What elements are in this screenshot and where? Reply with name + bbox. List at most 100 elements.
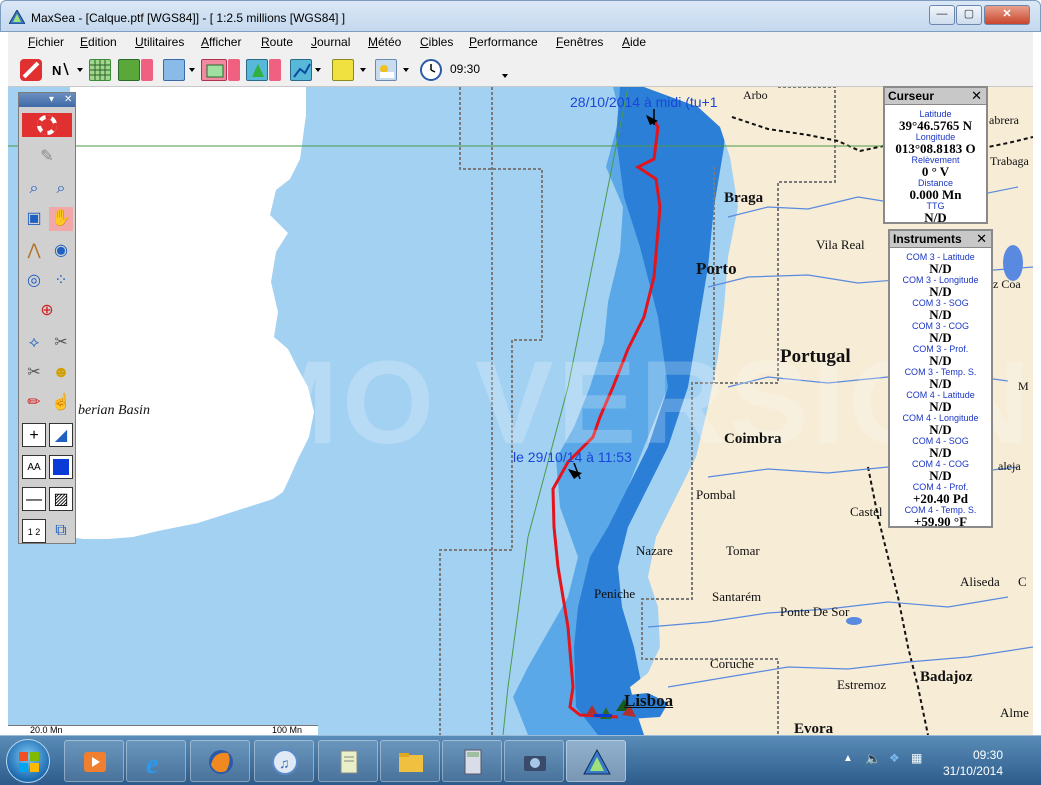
place-porto: Porto: [696, 259, 737, 278]
layer-tool-icon[interactable]: ⧉: [49, 519, 73, 543]
chevron-down-icon[interactable]: [228, 59, 240, 81]
menu-cibles[interactable]: Cibles: [420, 35, 453, 49]
chevron-down-icon[interactable]: [315, 68, 321, 72]
waypoint-icon[interactable]: [246, 59, 268, 81]
camera-icon: [524, 756, 546, 771]
eye-icon[interactable]: ◉: [49, 239, 73, 263]
chevron-down-icon[interactable]: [77, 68, 83, 72]
profile-icon[interactable]: ◢: [49, 423, 73, 447]
zoom-in-icon[interactable]: ⌕: [22, 177, 46, 201]
windows-logo-icon: [19, 752, 39, 772]
menu-journal[interactable]: Journal: [311, 35, 350, 49]
instruments-panel-header[interactable]: Instruments ✕: [890, 231, 991, 248]
grid-icon[interactable]: [89, 59, 111, 81]
cursor-value: N/D: [924, 210, 947, 225]
menu-fichier[interactable]: Fichier: [28, 35, 64, 49]
palette-header[interactable]: ▾ ✕: [19, 93, 75, 107]
menu-route[interactable]: Route: [261, 35, 293, 49]
place-pombal: Pombal: [696, 487, 736, 502]
folder-icon: [399, 753, 423, 772]
close-icon[interactable]: ✕: [971, 88, 982, 104]
lifebuoy-icon[interactable]: [22, 113, 72, 137]
taskbar-calculator[interactable]: [442, 740, 502, 782]
chevron-down-icon[interactable]: [502, 74, 508, 78]
tide-icon[interactable]: [332, 59, 354, 81]
chevron-down-icon[interactable]: [269, 59, 281, 81]
line-style-icon[interactable]: —: [22, 487, 46, 511]
hatch-pattern-icon[interactable]: ▨: [49, 487, 73, 511]
zoom-area-icon[interactable]: ▣: [22, 207, 46, 231]
menu-performance[interactable]: Performance: [469, 35, 538, 49]
nautical-chart[interactable]: DEMO VERSION 28/10/2014 à midi (tu+1 le …: [8, 87, 1033, 735]
taskbar-date[interactable]: 31/10/2014: [943, 764, 1003, 778]
close-button[interactable]: ✕: [984, 5, 1030, 25]
chevron-down-icon[interactable]: [403, 68, 409, 72]
menu-fenetres[interactable]: Fenêtres: [556, 35, 603, 49]
menu-meteo[interactable]: Météo: [368, 35, 401, 49]
network-icon[interactable]: ▦: [911, 751, 922, 765]
palette-close-icon[interactable]: ✕: [64, 94, 72, 105]
taskbar-time[interactable]: 09:30: [973, 748, 1003, 762]
vector-chart-icon[interactable]: [118, 59, 140, 81]
route-label-mid: le 29/10/14 à 11:53: [513, 449, 632, 465]
instruments-panel: Instruments ✕ COM 3 - Latitude N/D COM 3…: [888, 229, 993, 529]
taskbar-camera-app[interactable]: [504, 740, 564, 782]
cut-route-icon[interactable]: ✂: [22, 361, 46, 385]
menu-afficher[interactable]: Afficher: [201, 35, 241, 49]
compass-divider-icon[interactable]: ⋀: [22, 239, 46, 263]
maximize-button[interactable]: ▢: [956, 5, 982, 25]
taskbar-maxsea[interactable]: [566, 740, 626, 782]
menu-bar: Fichier Edition Utilitaires Afficher Rou…: [8, 32, 1033, 54]
hand-pan-icon[interactable]: ✋: [49, 207, 73, 231]
weather-icon[interactable]: [375, 59, 397, 81]
bearing-line-icon[interactable]: ⁘: [49, 269, 73, 293]
taskbar-explorer[interactable]: [380, 740, 440, 782]
system-tray: ▲ 🔈 ❖ ▦ 09:30 31/10/2014: [833, 740, 1033, 782]
target-icon[interactable]: ◎: [22, 269, 46, 293]
main-toolbar: N 09:30: [8, 54, 1033, 87]
volume-icon[interactable]: 🔈: [865, 751, 881, 767]
calculator-icon: [464, 749, 482, 775]
route-icon[interactable]: [290, 59, 312, 81]
scissors-icon[interactable]: ✂: [49, 331, 73, 355]
color-fill-icon[interactable]: [49, 455, 73, 479]
raster-chart-icon[interactable]: [163, 59, 185, 81]
route-edit-icon[interactable]: ⟡: [22, 331, 46, 355]
minimize-button[interactable]: —: [929, 5, 955, 25]
taskbar-internet-explorer[interactable]: e: [126, 740, 186, 782]
taskbar-itunes[interactable]: ♫: [254, 740, 314, 782]
pencil-disabled-icon[interactable]: ✎: [35, 145, 59, 169]
scale-bar: 20.0 Mn 100 Mn: [8, 725, 318, 735]
start-button[interactable]: [6, 739, 50, 783]
cursor-panel-header[interactable]: Curseur ✕: [885, 88, 986, 105]
chevron-down-icon[interactable]: [189, 68, 195, 72]
taskbar-media-center[interactable]: [64, 740, 124, 782]
layers-icon[interactable]: [201, 59, 227, 81]
palette-menu-icon[interactable]: ▾: [49, 94, 54, 105]
numbered-list-icon[interactable]: 1 2: [22, 519, 46, 543]
crosshair-icon[interactable]: +: [22, 423, 46, 447]
taskbar-notepad[interactable]: [318, 740, 378, 782]
taskbar-firefox[interactable]: [190, 740, 250, 782]
zoom-out-icon[interactable]: ⌕: [49, 177, 73, 201]
dropbox-icon[interactable]: ❖: [889, 751, 900, 765]
text-size-icon[interactable]: AA: [22, 455, 46, 479]
menu-aide[interactable]: Aide: [622, 35, 646, 49]
close-icon[interactable]: ✕: [976, 231, 987, 247]
menu-utilitaires[interactable]: Utilitaires: [135, 35, 184, 49]
tray-expand-icon[interactable]: ▲: [843, 753, 853, 764]
place-ejala: aleja: [998, 459, 1021, 473]
mob-icon[interactable]: [20, 59, 42, 81]
chevron-down-icon[interactable]: [360, 68, 366, 72]
smiley-icon[interactable]: ☻: [49, 361, 73, 385]
instruments-panel-title: Instruments: [893, 232, 962, 246]
menu-edition[interactable]: Edition: [80, 35, 117, 49]
north-up-icon[interactable]: N: [50, 59, 72, 81]
toolbar-time[interactable]: 09:30: [450, 62, 480, 76]
chevron-down-icon[interactable]: [141, 59, 153, 81]
add-mark-icon[interactable]: ⊕: [35, 299, 59, 323]
draw-pencil-icon[interactable]: ✏: [22, 391, 46, 415]
pointer-hand-icon[interactable]: ☝: [49, 391, 73, 415]
clock-icon[interactable]: [420, 59, 442, 81]
place-arbo: Arbo: [743, 88, 768, 102]
